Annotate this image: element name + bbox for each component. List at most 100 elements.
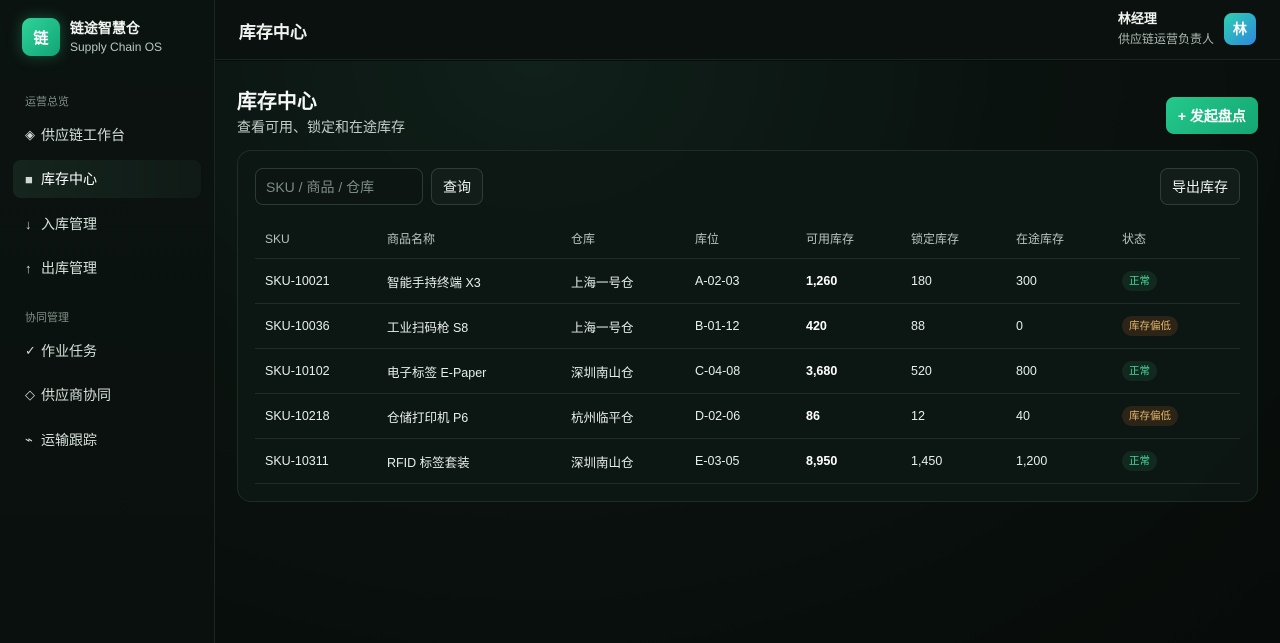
column-header-locked[interactable]: 锁定库存 — [911, 230, 1016, 247]
table-header: SKU 商品名称 仓库 库位 可用库存 锁定库存 在途库存 状态 — [255, 219, 1240, 259]
cell-location: A-02-03 — [695, 274, 740, 288]
cell-warehouse: 深圳南山仓 — [571, 365, 634, 380]
cell-transit: 1,200 — [1016, 454, 1048, 468]
cell-warehouse: 深圳南山仓 — [571, 455, 634, 470]
status-badge: 库存偏低 — [1122, 316, 1178, 336]
sidebar-item-tasks[interactable]: ✓ 作业任务 — [13, 332, 201, 370]
cell-status: 正常 — [1122, 361, 1240, 381]
cell-status: 库存偏低 — [1122, 406, 1240, 426]
table-row[interactable]: SKU-10102 电子标签 E-Paper 深圳南山仓 C-04-08 3,6… — [255, 349, 1240, 394]
sidebar-item-outbound[interactable]: ↑ 出库管理 — [13, 249, 201, 287]
sidebar-item-transport[interactable]: ⌁ 运输跟踪 — [13, 421, 201, 459]
page-subtitle: 查看可用、锁定和在途库存 — [237, 119, 405, 135]
hollow-diamond-icon: ◇ — [25, 387, 35, 402]
cell-name: 工业扫码枪 S8 — [387, 320, 469, 335]
cell-location: C-04-08 — [695, 364, 741, 378]
cell-status: 正常 — [1122, 271, 1240, 291]
cell-available: 86 — [806, 409, 820, 423]
cell-location: B-01-12 — [695, 319, 740, 333]
sidebar-item-inventory[interactable]: ■ 库存中心 — [13, 160, 201, 198]
route-icon: ⌁ — [25, 432, 33, 447]
sidebar-item-label: 运输跟踪 — [41, 432, 97, 448]
nav-section-collab: 协同管理 — [25, 312, 69, 324]
sidebar-item-label: 作业任务 — [41, 343, 97, 359]
column-header-location[interactable]: 库位 — [695, 230, 806, 247]
cell-sku: SKU-10311 — [265, 454, 329, 468]
column-header-status[interactable]: 状态 — [1122, 230, 1240, 247]
column-header-name[interactable]: 商品名称 — [387, 230, 571, 247]
inventory-table: SKU 商品名称 仓库 库位 可用库存 锁定库存 在途库存 状态 SKU-100… — [255, 219, 1240, 484]
cell-location: E-03-05 — [695, 454, 740, 468]
sidebar: 链 链途智慧仓 Supply Chain OS 运营总览 ◈ 供应链工作台 ■ … — [0, 0, 215, 643]
cell-warehouse: 杭州临平仓 — [571, 410, 634, 425]
cell-name: 电子标签 E-Paper — [387, 365, 487, 380]
export-inventory-button[interactable]: 导出库存 — [1160, 168, 1240, 205]
check-icon: ✓ — [25, 343, 36, 358]
column-header-sku[interactable]: SKU — [255, 232, 387, 246]
cell-locked: 180 — [911, 274, 932, 288]
cell-sku: SKU-10102 — [265, 364, 330, 378]
cell-transit: 800 — [1016, 364, 1037, 378]
cell-locked: 1,450 — [911, 454, 943, 468]
cell-sku: SKU-10218 — [265, 409, 330, 423]
header-title: 库存中心 — [239, 23, 307, 42]
table-row[interactable]: SKU-10036 工业扫码枪 S8 上海一号仓 B-01-12 420 88 … — [255, 304, 1240, 349]
status-badge: 正常 — [1122, 271, 1157, 291]
column-header-warehouse[interactable]: 仓库 — [571, 230, 695, 247]
cell-available: 8,950 — [806, 454, 838, 468]
sidebar-item-suppliers[interactable]: ◇ 供应商协同 — [13, 376, 201, 414]
status-badge: 正常 — [1122, 451, 1157, 471]
main-content: 库存中心 查看可用、锁定和在途库存 + 发起盘点 查询 导出库存 SKU 商品名… — [215, 61, 1280, 643]
status-badge: 正常 — [1122, 361, 1157, 381]
inventory-card: 查询 导出库存 SKU 商品名称 仓库 库位 可用库存 锁定库存 在途库存 状态… — [237, 150, 1258, 502]
brand-text: 链途智慧仓 Supply Chain OS — [70, 19, 162, 55]
cell-locked: 12 — [911, 409, 925, 423]
user-role: 供应链运营负责人 — [1117, 32, 1214, 46]
sidebar-item-label: 供应商协同 — [41, 387, 111, 403]
cell-warehouse: 上海一号仓 — [571, 320, 634, 335]
table-row[interactable]: SKU-10311 RFID 标签套装 深圳南山仓 E-03-05 8,950 … — [255, 439, 1240, 484]
start-stocktake-button[interactable]: + 发起盘点 — [1165, 97, 1258, 134]
user-info[interactable]: 林经理 供应链运营负责人 — [1118, 10, 1214, 48]
cell-name: 仓储打印机 P6 — [387, 410, 469, 425]
cell-sku: SKU-10021 — [265, 274, 330, 288]
column-header-available[interactable]: 可用库存 — [806, 230, 911, 247]
cell-name: 智能手持终端 X3 — [387, 275, 481, 290]
sidebar-item-workbench[interactable]: ◈ 供应链工作台 — [13, 116, 201, 154]
search-input[interactable] — [255, 168, 423, 205]
cell-location: D-02-06 — [695, 409, 741, 423]
top-bar: 库存中心 林经理 供应链运营负责人 林 — [215, 0, 1280, 60]
sidebar-item-label: 供应链工作台 — [41, 127, 125, 143]
cell-transit: 40 — [1016, 409, 1030, 423]
table-row[interactable]: SKU-10021 智能手持终端 X3 上海一号仓 A-02-03 1,260 … — [255, 259, 1240, 304]
square-icon: ■ — [25, 171, 33, 187]
cell-status: 库存偏低 — [1122, 316, 1240, 336]
cell-available: 420 — [806, 319, 827, 333]
page-title: 库存中心 — [237, 91, 317, 113]
cell-name: RFID 标签套装 — [387, 455, 470, 470]
nav-section-overview: 运营总览 — [25, 96, 69, 108]
sidebar-item-label: 库存中心 — [41, 171, 97, 187]
brand-name: 链途智慧仓 — [70, 20, 140, 36]
brand-logo: 链 — [22, 18, 60, 56]
brand[interactable]: 链 链途智慧仓 Supply Chain OS — [22, 18, 162, 56]
sidebar-item-inbound[interactable]: ↓ 入库管理 — [13, 205, 201, 243]
cell-warehouse: 上海一号仓 — [571, 275, 634, 290]
cell-transit: 0 — [1016, 319, 1023, 333]
user-name: 林经理 — [1117, 11, 1157, 26]
cell-locked: 520 — [911, 364, 932, 378]
cell-available: 3,680 — [806, 364, 838, 378]
column-header-transit[interactable]: 在途库存 — [1016, 230, 1122, 247]
brand-subtitle: Supply Chain OS — [70, 40, 163, 54]
avatar[interactable]: 林 — [1224, 13, 1256, 45]
cell-available: 1,260 — [806, 274, 838, 288]
query-button[interactable]: 查询 — [431, 168, 483, 205]
cell-transit: 300 — [1016, 274, 1037, 288]
cell-status: 正常 — [1122, 451, 1240, 471]
sidebar-item-label: 入库管理 — [41, 216, 97, 232]
table-row[interactable]: SKU-10218 仓储打印机 P6 杭州临平仓 D-02-06 86 12 4… — [255, 394, 1240, 439]
status-badge: 库存偏低 — [1122, 406, 1178, 426]
arrow-down-icon: ↓ — [25, 216, 32, 232]
sidebar-item-label: 出库管理 — [41, 260, 97, 276]
arrow-up-icon: ↑ — [25, 260, 32, 276]
